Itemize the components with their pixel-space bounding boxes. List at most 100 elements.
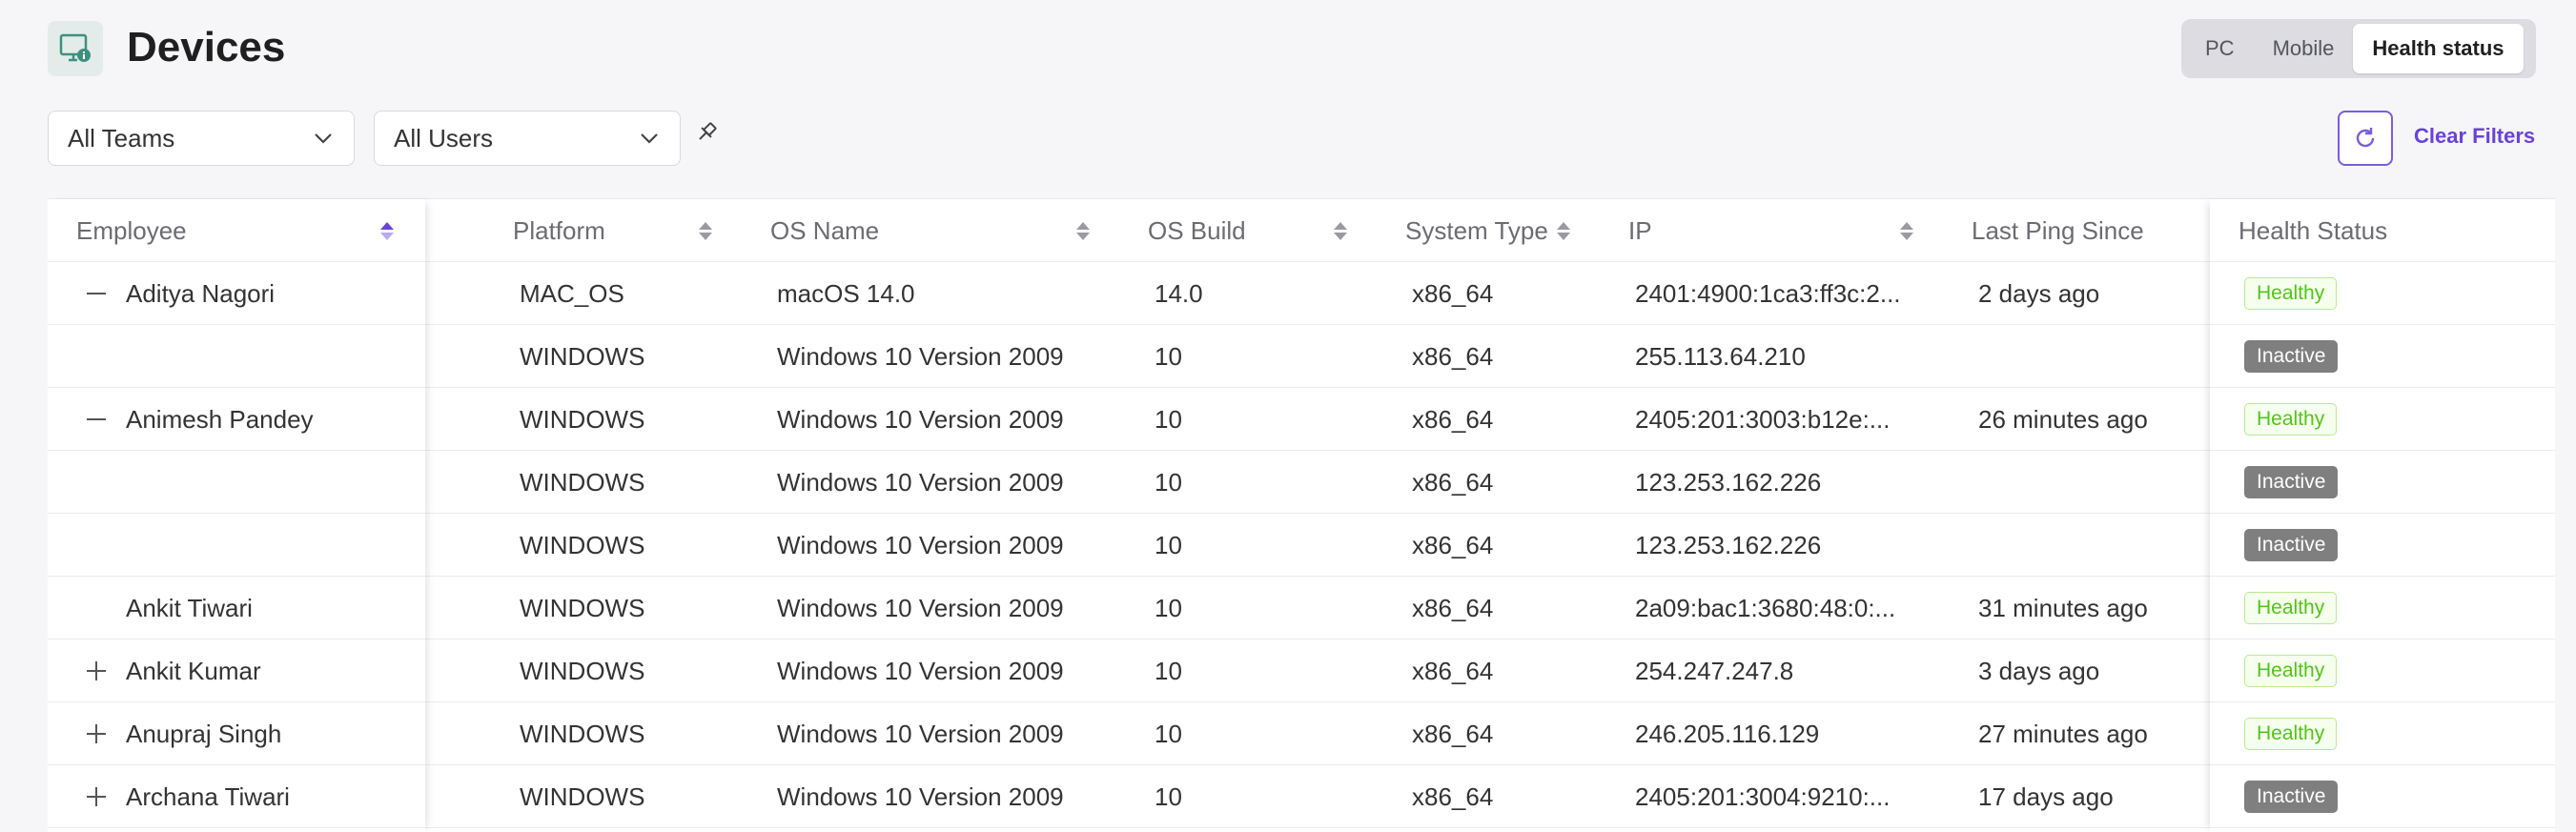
- table-row[interactable]: [48, 325, 425, 388]
- cell-os-name: Windows 10 Version 2009: [777, 404, 1064, 434]
- cell-employee: Ankit Tiwari: [126, 593, 253, 622]
- cell-employee: Anupraj Singh: [126, 719, 282, 748]
- column-header-employee[interactable]: Employee: [76, 199, 187, 262]
- cell-platform: WINDOWS: [520, 341, 645, 371]
- cell-os-name: Windows 10 Version 2009: [777, 781, 1064, 811]
- sort-icon[interactable]: [379, 199, 395, 262]
- sort-icon[interactable]: [1899, 199, 1914, 262]
- cell-os-build: 10: [1155, 719, 1182, 748]
- cell-system-type: x86_64: [1412, 278, 1494, 308]
- table-row[interactable]: Healthy: [2210, 262, 2555, 325]
- cell-health-status: Healthy: [2244, 262, 2338, 325]
- cell-health-status: Inactive: [2244, 325, 2339, 388]
- tab-mobile[interactable]: Mobile: [2254, 24, 2354, 73]
- cell-system-type: x86_64: [1412, 404, 1494, 434]
- table-row[interactable]: Healthy: [2210, 639, 2555, 702]
- sort-icon[interactable]: [1075, 199, 1091, 262]
- table-row[interactable]: Inactive: [2210, 765, 2555, 828]
- status-badge: Healthy: [2244, 592, 2338, 624]
- tab-pc[interactable]: PC: [2186, 24, 2254, 73]
- status-badge: Inactive: [2244, 529, 2339, 561]
- column-header-last-ping[interactable]: Last Ping Since: [1972, 199, 2144, 262]
- table-row[interactable]: Healthy: [2210, 577, 2555, 639]
- tab-health-status[interactable]: Health status: [2353, 24, 2524, 73]
- column-header-os-build[interactable]: OS Build: [1148, 199, 1246, 262]
- table-row[interactable]: Animesh Pandey: [48, 388, 425, 451]
- cell-ip: 255.113.64.210: [1635, 341, 1806, 371]
- clear-filters-link[interactable]: Clear Filters: [2414, 124, 2535, 149]
- table-row[interactable]: Aditya Nagori: [48, 262, 425, 325]
- cell-os-name: macOS 14.0: [777, 278, 915, 308]
- table-row[interactable]: Inactive: [2210, 514, 2555, 577]
- cell-health-status: Healthy: [2244, 702, 2338, 765]
- table-header-row: Health Status: [2210, 199, 2555, 262]
- cell-health-status: Inactive: [2244, 451, 2339, 514]
- filter-bar: All Teams All Users Clear Filters: [0, 105, 2576, 172]
- cell-employee: Aditya Nagori: [126, 278, 276, 308]
- table-row[interactable]: Inactive: [2210, 451, 2555, 514]
- column-header-health-status[interactable]: Health Status: [2239, 199, 2387, 262]
- expand-plus-icon[interactable]: [86, 723, 107, 744]
- table-row[interactable]: Archana Tiwari: [48, 765, 425, 828]
- cell-system-type: x86_64: [1412, 467, 1494, 497]
- cell-last-ping: 3 days ago: [1978, 656, 2100, 685]
- cell-health-status: Inactive: [2244, 765, 2339, 828]
- table-row[interactable]: [48, 451, 425, 514]
- sort-icon[interactable]: [698, 199, 713, 262]
- table-row[interactable]: Healthy: [2210, 388, 2555, 451]
- cell-platform: WINDOWS: [520, 404, 645, 434]
- cell-health-status: Healthy: [2244, 388, 2338, 451]
- cell-os-name: Windows 10 Version 2009: [777, 341, 1064, 371]
- column-header-os-name[interactable]: OS Name: [770, 199, 879, 262]
- page-title: Devices: [127, 24, 286, 71]
- users-select[interactable]: All Users: [374, 111, 681, 166]
- cell-platform: WINDOWS: [520, 593, 645, 622]
- cell-employee: Animesh Pandey: [126, 404, 314, 434]
- collapse-minus-icon[interactable]: [86, 283, 107, 304]
- cell-ip: 2405:201:3003:b12e:...: [1635, 404, 1891, 434]
- column-header-ip[interactable]: IP: [1628, 199, 1652, 262]
- cell-os-build: 10: [1155, 467, 1182, 497]
- cell-last-ping: 17 days ago: [1978, 781, 2114, 811]
- cell-employee: Ankit Kumar: [126, 656, 261, 685]
- table-row[interactable]: [48, 514, 425, 577]
- cell-last-ping: 2 days ago: [1978, 278, 2100, 308]
- teams-select[interactable]: All Teams: [48, 111, 355, 166]
- table-row[interactable]: Inactive: [2210, 325, 2555, 388]
- cell-system-type: x86_64: [1412, 530, 1494, 559]
- expand-plus-icon[interactable]: [86, 786, 107, 807]
- pin-icon[interactable]: [694, 120, 721, 147]
- table-row[interactable]: Ankit Kumar: [48, 639, 425, 702]
- cell-os-build: 14.0: [1155, 278, 1203, 308]
- cell-ip: 123.253.162.226: [1635, 530, 1822, 559]
- column-header-platform[interactable]: Platform: [513, 199, 605, 262]
- sort-icon[interactable]: [1333, 199, 1348, 262]
- table-row[interactable]: Healthy: [2210, 702, 2555, 765]
- collapse-minus-icon[interactable]: [86, 409, 107, 430]
- refresh-icon: [2356, 128, 2375, 148]
- cell-platform: WINDOWS: [520, 530, 645, 559]
- table-row[interactable]: Anupraj Singh: [48, 702, 425, 765]
- users-select-value: All Users: [394, 123, 494, 152]
- refresh-button[interactable]: [2338, 111, 2393, 166]
- cell-health-status: Healthy: [2244, 639, 2338, 702]
- status-badge: Healthy: [2244, 277, 2338, 310]
- status-badge: Healthy: [2244, 655, 2338, 687]
- column-header-system-type[interactable]: System Type: [1405, 199, 1548, 262]
- teams-select-value: All Teams: [68, 123, 175, 152]
- sort-icon[interactable]: [1556, 199, 1571, 262]
- cell-os-build: 10: [1155, 530, 1182, 559]
- chevron-down-icon: [312, 127, 335, 150]
- status-badge: Healthy: [2244, 718, 2338, 750]
- cell-system-type: x86_64: [1412, 719, 1494, 748]
- cell-ip: 123.253.162.226: [1635, 467, 1822, 497]
- devices-monitor-icon: [48, 21, 103, 76]
- devices-table: Platform OS Name OS Build System Type IP…: [48, 198, 2555, 832]
- cell-platform: WINDOWS: [520, 719, 645, 748]
- status-badge: Healthy: [2244, 403, 2338, 436]
- cell-platform: WINDOWS: [520, 781, 645, 811]
- cell-last-ping: 27 minutes ago: [1978, 719, 2148, 748]
- table-row[interactable]: Ankit Tiwari: [48, 577, 425, 639]
- frozen-employee-column: Employee Aditya Nagori Animesh Pandey Anki…: [48, 199, 425, 832]
- expand-plus-icon[interactable]: [86, 660, 107, 681]
